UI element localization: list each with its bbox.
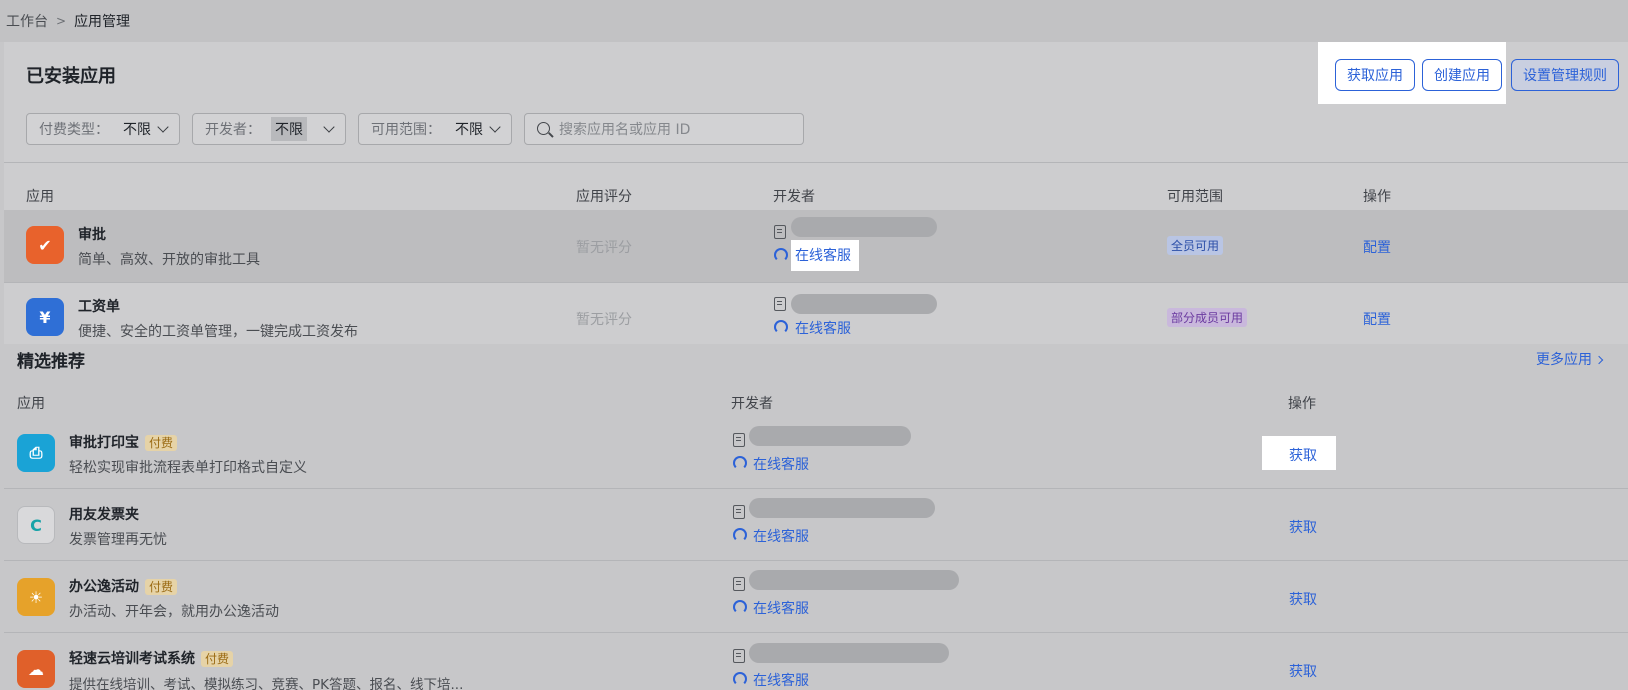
get-app-link[interactable]: 获取 xyxy=(1289,589,1317,609)
online-service-link[interactable]: 在线客服 xyxy=(753,454,809,474)
column-header-app: 应用 xyxy=(17,396,45,412)
headset-icon xyxy=(733,672,747,686)
column-header-developer: 开发者 xyxy=(731,396,773,412)
copy-icon[interactable] xyxy=(774,225,786,239)
app-name: 轻速云培训考试系统 付费 xyxy=(69,648,234,668)
column-header-scope: 可用范围 xyxy=(1167,189,1223,205)
online-service-link[interactable]: 在线客服 xyxy=(753,526,809,546)
copy-icon[interactable] xyxy=(774,297,786,311)
scope-badge: 全员可用 xyxy=(1167,236,1224,255)
search-input[interactable]: 搜索应用名或应用 ID xyxy=(524,113,804,145)
get-app-link[interactable]: 获取 xyxy=(1289,445,1317,465)
app-name-text: 审批打印宝 xyxy=(69,435,139,451)
column-header-rating: 应用评分 xyxy=(576,189,632,205)
column-header-ops: 操作 xyxy=(1363,189,1391,205)
app-desc: 便捷、安全的工资单管理，一键完成工资发布 xyxy=(78,324,358,340)
headset-icon xyxy=(733,528,747,542)
developer-name-blurred xyxy=(749,570,959,590)
search-icon xyxy=(537,122,550,135)
developer-name-blurred xyxy=(749,643,949,663)
copy-icon[interactable] xyxy=(733,577,745,591)
more-apps-label: 更多应用 xyxy=(1536,352,1592,368)
filter-value: 不限 xyxy=(455,122,483,138)
bulb-icon: ☀ xyxy=(17,578,55,616)
headset-icon xyxy=(733,456,747,470)
chevron-down-icon xyxy=(489,121,501,133)
rating-value: 暂无评分 xyxy=(576,240,632,256)
developer-name-blurred xyxy=(791,294,937,314)
section-title: 精选推荐 xyxy=(17,352,85,372)
create-app-button[interactable]: 创建应用 xyxy=(1422,59,1502,91)
copy-icon[interactable] xyxy=(733,505,745,519)
app-name: 审批打印宝 付费 xyxy=(69,432,178,452)
app-desc: 轻松实现审批流程表单打印格式自定义 xyxy=(69,460,307,476)
divider xyxy=(4,282,1628,283)
developer-name-blurred xyxy=(749,498,935,518)
developer-name-blurred xyxy=(791,217,937,237)
manage-rules-button[interactable]: 设置管理规则 xyxy=(1511,59,1619,91)
breadcrumb: 工作台 > 应用管理 xyxy=(0,0,1628,42)
app-name: 办公逸活动 付费 xyxy=(69,576,178,596)
search-placeholder: 搜索应用名或应用 ID xyxy=(559,122,691,138)
paid-badge: 付费 xyxy=(145,435,178,451)
chevron-down-icon xyxy=(157,121,169,133)
filter-label: 可用范围： xyxy=(371,122,441,138)
app-name-text: 轻速云培训考试系统 xyxy=(69,651,195,667)
payroll-icon: ¥ xyxy=(26,298,64,336)
chevron-right-icon: > xyxy=(56,14,67,28)
app-name: 工资单 xyxy=(78,299,120,315)
app-name: 用友发票夹 xyxy=(69,507,139,523)
app-desc: 办活动、开年会，就用办公逸活动 xyxy=(69,604,279,620)
online-service-link[interactable]: 在线客服 xyxy=(753,598,809,618)
column-header-developer: 开发者 xyxy=(773,189,815,205)
rating-value: 暂无评分 xyxy=(576,312,632,328)
cloud-icon: ☁ xyxy=(17,650,55,688)
filter-label: 付费类型： xyxy=(39,122,109,138)
chevron-right-icon xyxy=(1594,355,1604,365)
divider xyxy=(4,162,1628,163)
copy-icon[interactable] xyxy=(733,649,745,663)
configure-link[interactable]: 配置 xyxy=(1363,309,1391,329)
headset-icon xyxy=(774,248,788,262)
divider xyxy=(4,632,1628,633)
breadcrumb-home[interactable]: 工作台 xyxy=(6,11,48,31)
headset-icon xyxy=(733,600,747,614)
filter-value: 不限 xyxy=(123,122,151,138)
filter-pay-type[interactable]: 付费类型： 不限 xyxy=(26,113,180,145)
divider xyxy=(4,560,1628,561)
copy-icon[interactable] xyxy=(733,433,745,447)
filter-scope[interactable]: 可用范围： 不限 xyxy=(358,113,512,145)
breadcrumb-current: 应用管理 xyxy=(74,14,131,30)
get-app-button[interactable]: 获取应用 xyxy=(1335,59,1415,91)
app-desc: 发票管理再无忧 xyxy=(69,532,167,548)
app-name: 审批 xyxy=(78,227,106,243)
app-desc: 提供在线培训、考试、模拟练习、竞赛、PK答题、报名、线下培... xyxy=(69,677,464,690)
more-apps-link[interactable]: 更多应用 xyxy=(1536,349,1604,369)
paid-badge: 付费 xyxy=(201,651,234,667)
approval-icon: ✔ xyxy=(26,226,64,264)
filter-label: 开发者： xyxy=(205,122,261,138)
filter-developer[interactable]: 开发者： 不限 xyxy=(192,113,346,145)
chevron-down-icon xyxy=(323,121,335,133)
get-app-link[interactable]: 获取 xyxy=(1289,661,1317,681)
column-header-ops: 操作 xyxy=(1288,396,1316,412)
page-title: 已安装应用 xyxy=(26,66,116,87)
online-service-link[interactable]: 在线客服 xyxy=(753,670,809,690)
printer-icon: ⎙ xyxy=(17,434,55,472)
headset-icon xyxy=(774,320,788,334)
app-name-text: 办公逸活动 xyxy=(69,579,139,595)
scope-badge: 部分成员可用 xyxy=(1167,308,1248,327)
invoice-icon: C xyxy=(17,506,55,544)
configure-link[interactable]: 配置 xyxy=(1363,237,1391,257)
column-header-app: 应用 xyxy=(26,189,54,205)
divider xyxy=(4,488,1628,489)
paid-badge: 付费 xyxy=(145,579,178,595)
get-app-link[interactable]: 获取 xyxy=(1289,517,1317,537)
developer-name-blurred xyxy=(749,426,911,446)
app-desc: 简单、高效、开放的审批工具 xyxy=(78,252,260,268)
filter-value: 不限 xyxy=(271,117,307,141)
online-service-link[interactable]: 在线客服 xyxy=(795,318,851,338)
online-service-link[interactable]: 在线客服 xyxy=(791,240,859,271)
